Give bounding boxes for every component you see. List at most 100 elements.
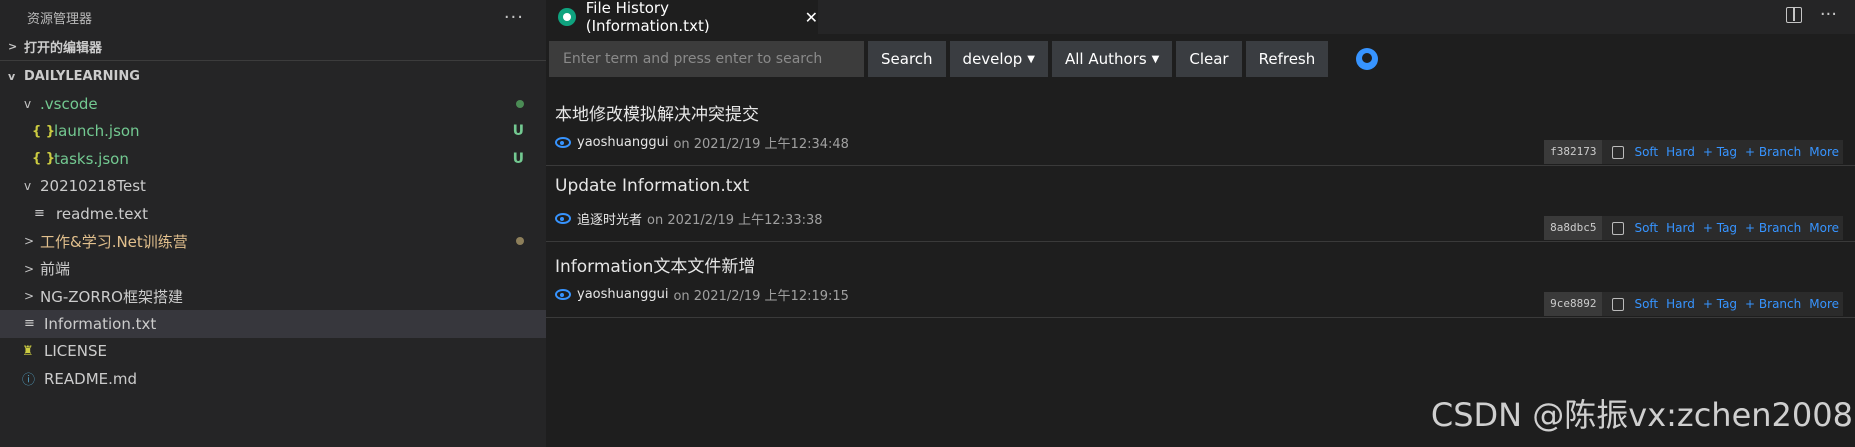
commit-actions: f382173 Soft Hard + Tag + Branch More xyxy=(1544,140,1843,164)
branch-dropdown[interactable]: develop ▼ xyxy=(949,41,1048,77)
tree-item-label: 工作&学习.Net训练营 xyxy=(40,232,188,251)
tree-item-vscode-folder[interactable]: v .vscode xyxy=(0,90,546,118)
authors-label: All Authors xyxy=(1064,50,1147,68)
close-icon[interactable]: ✕ xyxy=(805,8,818,27)
more-link[interactable]: More xyxy=(1809,145,1839,159)
commit-entry[interactable]: Information文本文件新增 yaoshuanggui on 2021/2… xyxy=(546,242,1855,318)
more-link[interactable]: More xyxy=(1809,221,1839,235)
commit-meta: yaoshuanggui on 2021/2/19 上午12:34:48 xyxy=(555,133,849,152)
watermark: CSDN @陈振vx:zchen2008 xyxy=(1430,396,1853,434)
search-button[interactable]: Search xyxy=(868,41,946,77)
commit-author[interactable]: yaoshuanggui xyxy=(577,287,668,302)
hard-reset-link[interactable]: Hard xyxy=(1666,221,1695,235)
json-file-icon: { } xyxy=(32,123,56,139)
commit-date: on 2021/2/19 上午12:33:38 xyxy=(647,213,823,228)
text-file-icon: ≡ xyxy=(24,316,35,332)
tree-item-frontend-folder[interactable]: > 前端 xyxy=(0,255,546,283)
tree-item-label: README.md xyxy=(44,369,138,388)
add-tag-link[interactable]: + Tag xyxy=(1703,297,1737,311)
commit-hash[interactable]: f382173 xyxy=(1544,140,1603,164)
commit-author[interactable]: yaoshuanggui xyxy=(577,135,668,150)
tree-item-net-training-folder[interactable]: > 工作&学习.Net训练营 xyxy=(0,228,546,256)
editor-more-icon[interactable]: ··· xyxy=(1820,4,1837,25)
split-editor-icon[interactable] xyxy=(1786,7,1802,23)
tree-item-label: NG-ZORRO框架搭建 xyxy=(40,287,183,306)
eye-icon[interactable] xyxy=(555,289,571,300)
tree-item-label: launch.json xyxy=(54,122,140,141)
workspace-section[interactable]: v DAILYLEARNING xyxy=(0,64,546,88)
git-status-dot xyxy=(516,237,524,246)
refresh-button[interactable]: Refresh xyxy=(1245,41,1329,77)
add-branch-link[interactable]: + Branch xyxy=(1745,145,1801,159)
commit-message[interactable]: 本地修改模拟解决冲突提交 xyxy=(555,100,759,125)
commit-entry[interactable]: 本地修改模拟解决冲突提交 yaoshuanggui on 2021/2/19 上… xyxy=(546,90,1855,166)
clear-button[interactable]: Clear xyxy=(1176,41,1242,77)
commit-message[interactable]: Update Information.txt xyxy=(555,176,749,196)
chevron-right-icon: > xyxy=(8,39,18,53)
tree-item-ng-zorro-folder[interactable]: > NG-ZORRO框架搭建 xyxy=(0,283,546,311)
open-editors-section[interactable]: > 打开的编辑器 xyxy=(0,34,546,58)
tab-label: File History (Information.txt) xyxy=(585,0,710,35)
tree-item-license[interactable]: ♜ LICENSE xyxy=(0,338,546,366)
soft-reset-link[interactable]: Soft xyxy=(1634,145,1658,159)
tree-item-label: tasks.json xyxy=(54,149,129,168)
authors-dropdown[interactable]: All Authors ▼ xyxy=(1051,41,1173,77)
text-file-icon: ≡ xyxy=(34,206,45,222)
commit-hash[interactable]: 9ce8892 xyxy=(1544,292,1603,316)
tree-item-label: LICENSE xyxy=(44,342,107,361)
tree-item-tasks-json[interactable]: { } tasks.json U xyxy=(0,145,546,173)
caret-down-icon: ▼ xyxy=(1151,53,1160,65)
commit-meta: yaoshuanggui on 2021/2/19 上午12:19:15 xyxy=(555,285,849,304)
divider xyxy=(0,60,546,61)
commit-actions: 8a8dbc5 Soft Hard + Tag + Branch More xyxy=(1544,216,1843,240)
tree-item-readme-md[interactable]: ⓘ README.md xyxy=(0,365,546,393)
editor-area: File History (Information.txt) ✕ ··· Sea… xyxy=(546,0,1855,447)
git-status-dot xyxy=(516,99,524,108)
tree-item-readme-text[interactable]: ≡ readme.text xyxy=(0,200,546,228)
more-link[interactable]: More xyxy=(1809,297,1839,311)
info-icon: ⓘ xyxy=(22,373,36,389)
explorer-sidebar: 资源管理器 ··· > 打开的编辑器 v DAILYLEARNING v .vs… xyxy=(0,0,546,447)
explorer-header: 资源管理器 ··· xyxy=(0,0,546,34)
eye-icon[interactable] xyxy=(555,137,571,148)
commit-hash[interactable]: 8a8dbc5 xyxy=(1544,216,1603,240)
add-branch-link[interactable]: + Branch xyxy=(1745,221,1801,235)
untracked-badge: U xyxy=(512,150,524,167)
tree-item-label: readme.text xyxy=(56,204,148,223)
commit-author[interactable]: 追逐时光者 xyxy=(577,209,642,228)
add-tag-link[interactable]: + Tag xyxy=(1703,145,1737,159)
add-branch-link[interactable]: + Branch xyxy=(1745,297,1801,311)
hard-reset-link[interactable]: Hard xyxy=(1666,297,1695,311)
tree-item-label: 前端 xyxy=(40,260,71,279)
commit-message[interactable]: Information文本文件新增 xyxy=(555,252,755,277)
search-input[interactable] xyxy=(549,41,864,77)
tree-item-information-txt[interactable]: ≡ Information.txt xyxy=(0,310,546,338)
caret-down-icon: ▼ xyxy=(1027,53,1035,65)
commit-date: on 2021/2/19 上午12:19:15 xyxy=(673,289,849,304)
chevron-right-icon: > xyxy=(24,289,35,304)
untracked-badge: U xyxy=(512,123,524,140)
copy-icon[interactable] xyxy=(1612,145,1625,159)
tree-item-20210218test-folder[interactable]: v 20210218Test xyxy=(0,173,546,201)
hard-reset-link[interactable]: Hard xyxy=(1666,145,1695,159)
soft-reset-link[interactable]: Soft xyxy=(1634,221,1658,235)
tree-item-launch-json[interactable]: { } launch.json U xyxy=(0,118,546,146)
tree-item-label: .vscode xyxy=(40,94,98,113)
github-icon[interactable] xyxy=(1356,48,1379,70)
tab-file-history[interactable]: File History (Information.txt) ✕ xyxy=(546,0,818,35)
tree-item-label: Information.txt xyxy=(44,314,157,333)
open-editors-label: 打开的编辑器 xyxy=(24,40,103,56)
chevron-down-icon: v xyxy=(8,69,16,83)
chevron-right-icon: > xyxy=(24,234,35,249)
copy-icon[interactable] xyxy=(1612,221,1625,235)
commit-entry[interactable]: Update Information.txt 追逐时光者 on 2021/2/1… xyxy=(546,166,1855,242)
eye-icon[interactable] xyxy=(555,213,571,224)
add-tag-link[interactable]: + Tag xyxy=(1703,221,1737,235)
commit-meta: 追逐时光者 on 2021/2/19 上午12:33:38 xyxy=(555,209,823,228)
copy-icon[interactable] xyxy=(1612,297,1625,311)
commit-date: on 2021/2/19 上午12:34:48 xyxy=(673,137,849,152)
branch-label: develop xyxy=(962,50,1023,68)
explorer-more-icon[interactable]: ··· xyxy=(504,7,524,28)
git-history-icon xyxy=(558,8,576,26)
soft-reset-link[interactable]: Soft xyxy=(1634,297,1658,311)
